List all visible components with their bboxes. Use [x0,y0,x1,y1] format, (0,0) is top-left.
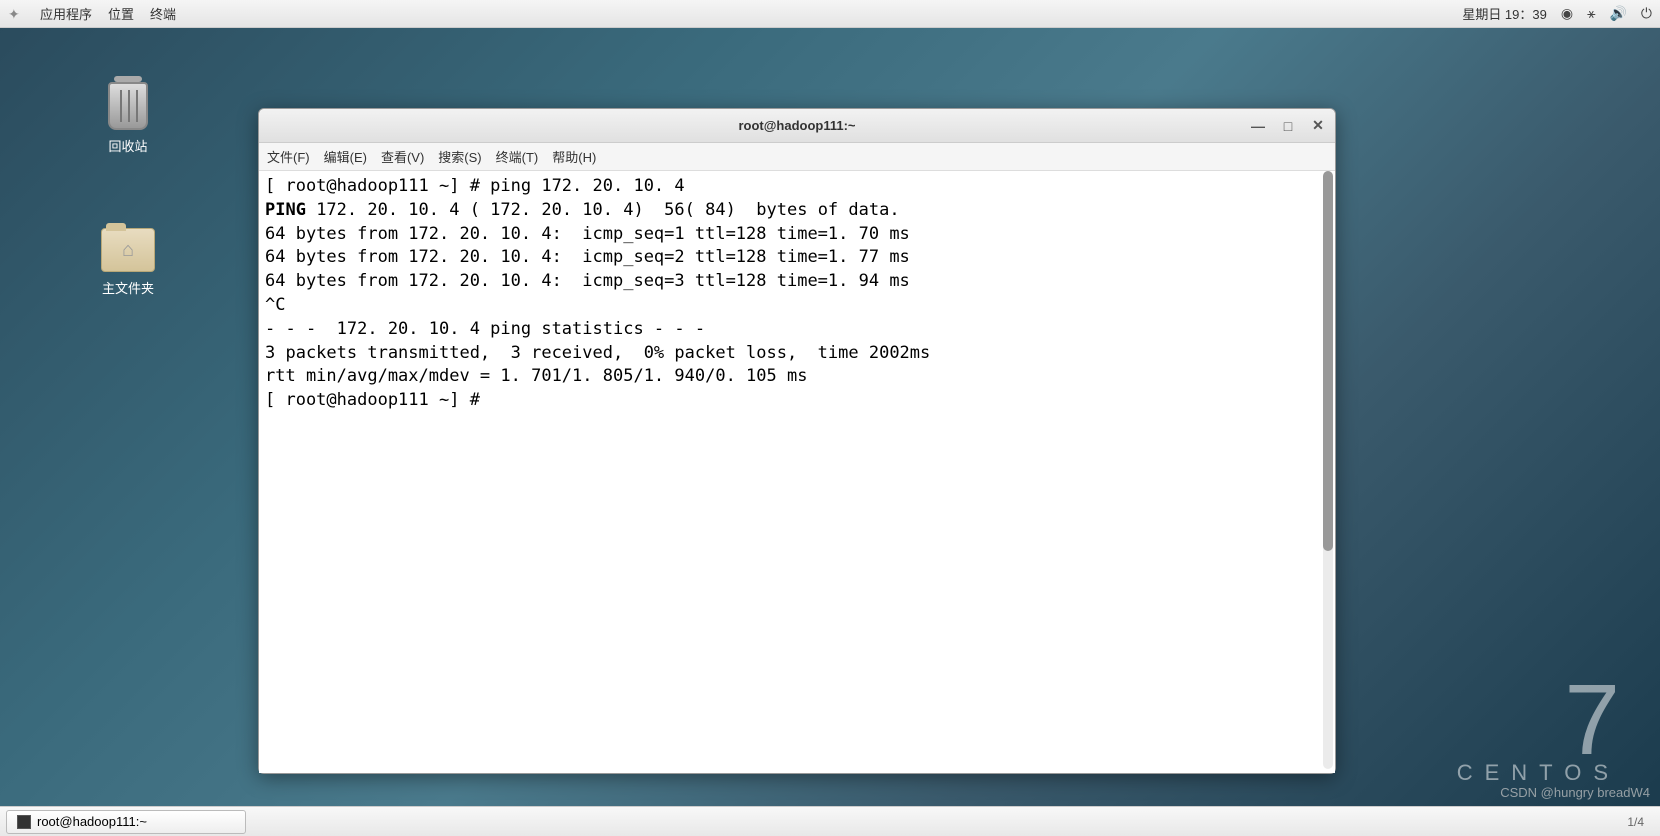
menu-places[interactable]: 位置 [108,4,134,23]
task-label: root@hadoop111:~ [37,814,147,829]
centos-version: 7 [1457,680,1620,760]
window-title-bar[interactable]: root@hadoop111:~ — □ ✕ [259,109,1335,143]
accessibility-icon[interactable]: ◉ [1561,5,1573,22]
menu-terminal[interactable]: 终端 [150,4,176,23]
gnome-logo-icon [8,6,24,22]
maximize-button[interactable]: □ [1279,117,1297,135]
network-icon[interactable]: ⚹ [1587,5,1595,22]
terminal-line: 64 bytes from 172. 20. 10. 4: icmp_seq=2… [265,247,910,267]
terminal-line: 64 bytes from 172. 20. 10. 4: icmp_seq=3… [265,271,910,291]
menu-applications[interactable]: 应用程序 [40,4,92,23]
top-menu-bar: 应用程序 位置 终端 星期日 19：39 ◉ ⚹ 🔊 ⏻ [0,0,1660,28]
window-title: root@hadoop111:~ [738,118,855,133]
menu-view[interactable]: 查看(V) [381,147,424,166]
scrollbar-thumb[interactable] [1323,171,1333,551]
terminal-menu-bar: 文件(F) 编辑(E) 查看(V) 搜索(S) 终端(T) 帮助(H) [259,143,1335,171]
desktop-area[interactable]: 回收站 主文件夹 root@hadoop111:~ — □ ✕ 文件(F) 编辑… [0,28,1660,806]
volume-icon[interactable]: 🔊 [1609,5,1626,22]
watermark-text: CSDN @hungry breadW4 [1500,785,1650,800]
menu-file[interactable]: 文件(F) [267,147,310,166]
home-folder-label: 主文件夹 [88,278,168,297]
terminal-line: 64 bytes from 172. 20. 10. 4: icmp_seq=1… [265,224,910,244]
terminal-output-area[interactable]: [ root@hadoop111 ~] # ping 172. 20. 10. … [259,171,1335,773]
datetime-label[interactable]: 星期日 19：39 [1462,4,1547,23]
minimize-button[interactable]: — [1249,117,1267,135]
power-icon[interactable]: ⏻ [1641,5,1652,22]
taskbar: root@hadoop111:~ 1/4 [0,806,1660,836]
menu-search[interactable]: 搜索(S) [438,147,481,166]
trash-desktop-icon[interactable]: 回收站 [88,82,168,155]
menu-help[interactable]: 帮助(H) [552,147,596,166]
terminal-line: rtt min/avg/max/mdev = 1. 701/1. 805/1. … [265,366,807,386]
trash-label: 回收站 [88,136,168,155]
close-button[interactable]: ✕ [1309,117,1327,135]
terminal-task-icon [17,815,31,829]
terminal-line: ^C [265,295,285,315]
home-folder-desktop-icon[interactable]: 主文件夹 [88,228,168,297]
centos-brand: 7 CENTOS [1457,680,1620,786]
menu-terminal-m[interactable]: 终端(T) [496,147,539,166]
terminal-line: - - - 172. 20. 10. 4 ping statistics - -… [265,319,705,339]
trash-icon [108,82,148,130]
folder-icon [101,228,155,272]
centos-name: CENTOS [1457,760,1620,786]
workspace-indicator[interactable]: 1/4 [1627,815,1654,829]
terminal-line: [ root@hadoop111 ~] # [265,390,490,410]
terminal-line: 172. 20. 10. 4 ( 172. 20. 10. 4) 56( 84)… [306,200,900,220]
terminal-window: root@hadoop111:~ — □ ✕ 文件(F) 编辑(E) 查看(V)… [258,108,1336,774]
terminal-line: PING [265,200,306,220]
terminal-line: 3 packets transmitted, 3 received, 0% pa… [265,343,930,363]
taskbar-terminal-item[interactable]: root@hadoop111:~ [6,810,246,834]
menu-edit[interactable]: 编辑(E) [324,147,367,166]
terminal-line: [ root@hadoop111 ~] # ping 172. 20. 10. … [265,176,685,196]
